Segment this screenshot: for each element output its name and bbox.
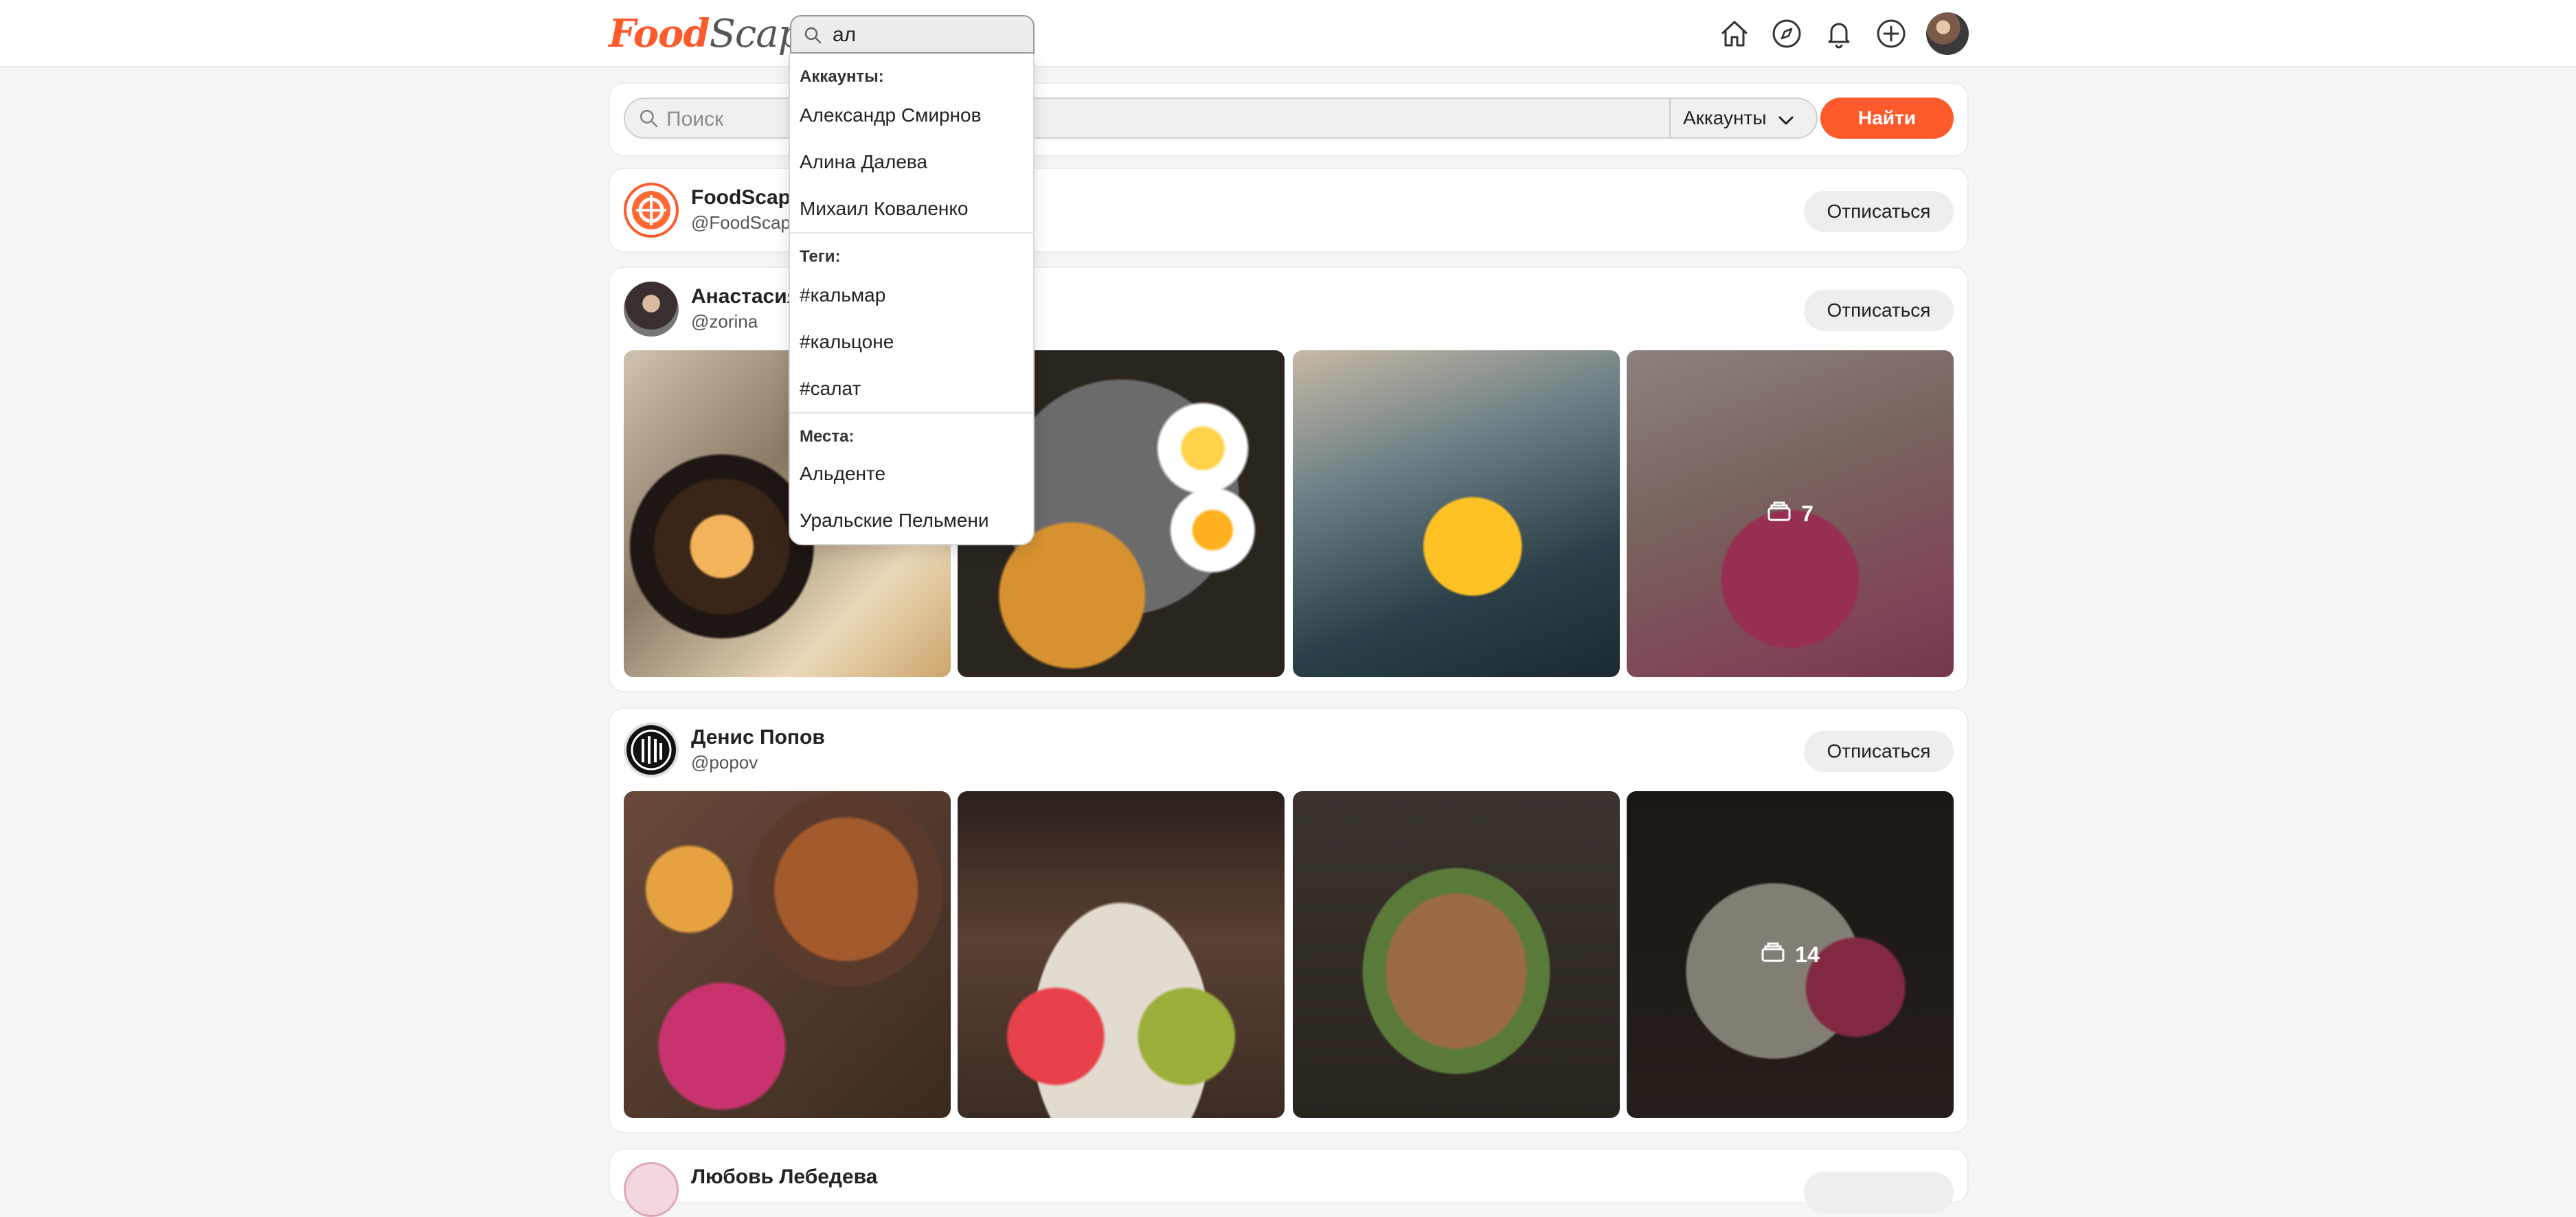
dropdown-section-tags: Теги: — [800, 247, 841, 266]
unsubscribe-button[interactable]: Отписаться — [1804, 290, 1954, 331]
chevron-down-icon — [1778, 106, 1794, 133]
search-icon — [639, 109, 658, 131]
avatar[interactable] — [624, 183, 679, 238]
header-search-value: ал — [833, 23, 857, 46]
more-count: 14 — [1795, 942, 1820, 967]
suggestion-place[interactable]: Уральские Пельмени — [800, 510, 988, 532]
search-suggestions-dropdown: Аккаунты: Александр Смирнов Алина Далева… — [789, 54, 1035, 545]
suggestion-account[interactable]: Александр Смирнов — [800, 104, 981, 126]
search-type-value: Аккаунты — [1683, 107, 1767, 128]
stack-icon — [1767, 500, 1792, 527]
user-name[interactable]: FoodScape — [691, 185, 802, 210]
plus-circle-icon[interactable] — [1874, 16, 1908, 51]
photo-pig-bread[interactable] — [1293, 791, 1620, 1118]
logo-food: Food — [609, 11, 710, 56]
header-search-input[interactable]: ал — [790, 15, 1035, 54]
search-icon — [804, 26, 822, 47]
avatar[interactable] — [624, 282, 679, 337]
profile-avatar[interactable] — [1926, 12, 1969, 55]
suggestion-account[interactable]: Алина Далева — [800, 151, 927, 173]
suggestion-tag[interactable]: #кальмар — [800, 284, 885, 306]
suggestion-tag[interactable]: #салат — [800, 378, 861, 400]
avatar[interactable] — [624, 1162, 679, 1217]
stack-icon — [1761, 941, 1785, 968]
photo-pink-dessert[interactable]: 7 — [1627, 350, 1954, 677]
user-handle[interactable]: @FoodScap — [691, 212, 791, 234]
search-placeholder: Поиск — [666, 108, 724, 130]
suggestion-account[interactable]: Михаил Коваленко — [800, 198, 969, 220]
user-handle[interactable]: @zorina — [691, 310, 758, 332]
avatar[interactable] — [624, 723, 679, 777]
top-bar: FoodScape ал — [0, 0, 2576, 67]
user-handle[interactable]: @popov — [691, 751, 758, 773]
suggestion-tag[interactable]: #кальцоне — [800, 331, 894, 353]
unsubscribe-button[interactable] — [1804, 1172, 1954, 1213]
compass-icon[interactable] — [1770, 16, 1804, 51]
dropdown-divider — [790, 412, 1035, 413]
find-button[interactable]: Найти — [1820, 98, 1954, 139]
photo-pickles[interactable] — [958, 791, 1285, 1118]
user-name[interactable]: Любовь Лебедева — [691, 1165, 877, 1190]
search-type-select[interactable]: Аккаунты — [1683, 104, 1794, 133]
dropdown-divider — [790, 232, 1035, 234]
photo-platter[interactable]: 14 — [1627, 791, 1954, 1118]
user-name[interactable]: Денис Попов — [691, 725, 825, 750]
feed-card-denis: Денис Попов @popov Отписаться 14 — [609, 707, 1969, 1133]
more-count: 7 — [1801, 501, 1814, 526]
dropdown-section-accounts: Аккаунты: — [800, 67, 884, 86]
home-icon[interactable] — [1717, 16, 1752, 51]
user-name[interactable]: Анастасия — [691, 284, 799, 309]
more-photos-overlay[interactable]: 14 — [1627, 791, 1954, 1118]
feed-card-lyubov: Любовь Лебедева — [609, 1148, 1969, 1217]
unsubscribe-button[interactable]: Отписаться — [1804, 731, 1954, 772]
photo-soup[interactable] — [624, 791, 951, 1118]
more-photos-overlay[interactable]: 7 — [1627, 350, 1954, 677]
unsubscribe-button[interactable]: Отписаться — [1804, 191, 1954, 232]
search-divider — [1669, 99, 1671, 137]
dropdown-section-places: Места: — [800, 427, 855, 446]
bell-icon[interactable] — [1822, 16, 1856, 51]
photo-cheese-dessert[interactable] — [1293, 350, 1620, 677]
suggestion-place[interactable]: Альденте — [800, 463, 885, 485]
